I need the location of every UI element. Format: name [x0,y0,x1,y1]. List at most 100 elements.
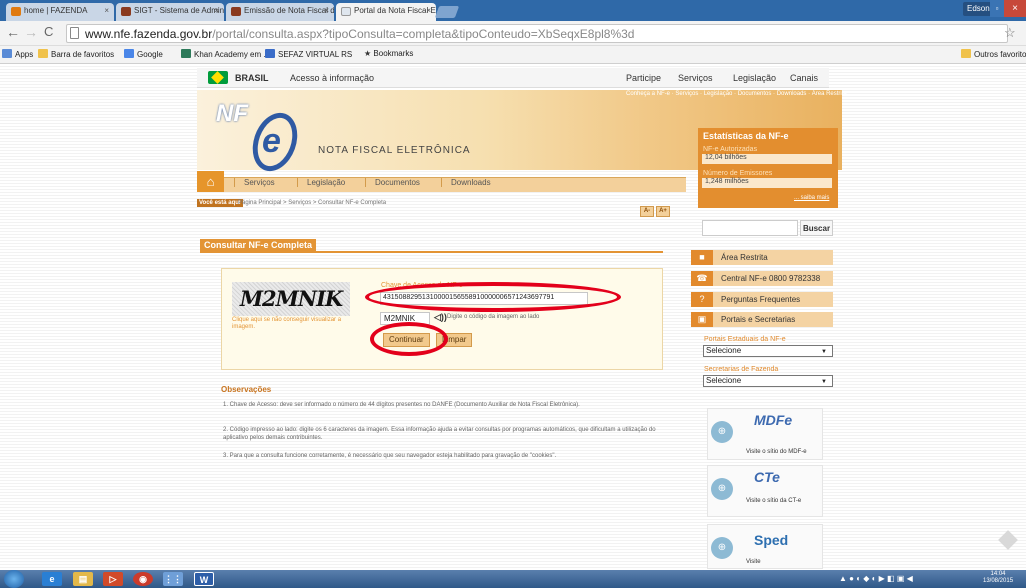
ie-icon[interactable]: e [42,572,62,586]
bookmark-bookmarks[interactable]: ★ Bookmarks [364,49,413,58]
word-icon[interactable]: W [194,572,214,586]
secretarias-label: Secretarias de Fazenda [704,366,779,373]
menu-legislacao[interactable]: Legislação [297,178,365,187]
gov-link-canais[interactable]: Canais [790,73,818,83]
dropdown-arrow-icon: ▼ [821,349,827,355]
font-increase-button[interactable]: A+ [656,206,670,217]
captcha-help-link[interactable]: Clique aqui se não conseguir visualizar … [232,317,352,331]
sidebar-item-central[interactable]: ☎ Central NF-e 0800 9782338 [691,271,833,286]
page-favicon-icon [341,7,351,16]
reload-icon[interactable]: C [44,24,53,39]
question-icon: ? [691,292,713,307]
window-close-button[interactable]: × [1004,0,1026,17]
promo-sped[interactable]: ⊕ Sped Visite [707,524,823,569]
portais-select[interactable]: Selecione ▼ [703,345,833,357]
globe-icon: ⊕ [711,537,733,559]
explorer-folder-icon[interactable]: ▤ [73,572,93,586]
bookmark-sefaz[interactable]: SEFAZ VIRTUAL RS [265,49,352,59]
red-annotation-ring-continuar [370,322,448,356]
promo-cte[interactable]: ⊕ CTe Visite o sítio da CT-e [707,465,823,517]
url-path: /portal/consulta.aspx?tipoConsulta=compl… [212,27,635,41]
window-maximize-button[interactable]: ▫ [990,0,1004,17]
search-input[interactable] [702,220,798,236]
monitor-icon: ▣ [691,312,713,327]
globe-icon: ⊕ [711,478,733,500]
menu-documentos[interactable]: Documentos [365,178,441,187]
stats-title: Estatísticas da NF-e [703,131,789,141]
you-are-here-label: Você está aqui [197,199,243,207]
folder-icon [38,49,48,58]
font-decrease-button[interactable]: A- [640,206,654,217]
close-tab-icon[interactable]: × [214,6,219,15]
portais-label: Portais Estaduais da NF-e [704,336,786,343]
observacao-item: 2. Código impresso ao lado: digite os 6 … [223,427,656,441]
dropdown-arrow-icon: ▼ [821,379,827,385]
captcha-code-hint: Digite o código da imagem ao lado [447,314,540,320]
bookmark-apps[interactable]: Apps [2,49,33,59]
bookmark-folder-favoritos[interactable]: Barra de favoritos [38,49,114,59]
menu-servicos[interactable]: Serviços [234,178,297,187]
sidebar-item-perguntas[interactable]: ? Perguntas Frequentes [691,292,833,307]
close-tab-icon[interactable]: × [426,6,431,15]
emissao-favicon-icon [231,7,241,16]
promo-mdfe[interactable]: ⊕ MDFe Visite o sítio do MDF-e [707,408,823,460]
header-top-links[interactable]: Conheça a NF-e · Serviços · Legislação ·… [626,91,847,97]
saiba-mais-link[interactable]: ... saiba mais [794,195,829,201]
section-divider [200,251,663,253]
captcha-image: M2MNIK [232,282,350,316]
close-tab-icon[interactable]: × [104,6,109,15]
address-bar[interactable]: www.nfe.fazenda.gov.br/portal/consulta.a… [66,24,1008,43]
page-info-icon[interactable] [70,27,79,39]
buscar-button[interactable]: Buscar [800,220,833,236]
breadcrumb[interactable]: Página Principal > Serviços > Consultar … [238,200,386,206]
folder-icon [961,49,971,58]
tab-emissao[interactable]: Emissão de Nota Fiscal de × [226,3,334,21]
tab-sigt[interactable]: SIGT - Sistema de Admin × [116,3,224,21]
phone-icon: ☎ [691,271,713,286]
chrome-icon[interactable]: ◉ [133,572,153,586]
stat-emissores-value: 1,248 milhões [702,178,832,188]
google-icon [124,49,134,58]
apps-grid-icon[interactable]: ⋮⋮ [163,572,183,586]
brasil-link[interactable]: BRASIL [235,73,269,83]
system-tray-icons[interactable]: ▲ ● ◐ ◆ ◐ ▶ ◧ ▣ ◀ [839,574,913,583]
menu-downloads[interactable]: Downloads [441,178,516,187]
red-annotation-ring-chave [365,282,621,312]
audio-icon[interactable]: ◁)) [434,312,447,323]
nfe-logo-text[interactable]: NF [216,100,248,128]
clock[interactable]: 14:04 13/08/2015 [983,571,1013,585]
media-player-icon[interactable]: ▷ [103,572,123,586]
gov-link-servicos[interactable]: Serviços [678,73,713,83]
khan-icon [181,49,191,58]
gov-link-participe[interactable]: Participe [626,73,661,83]
sigt-favicon-icon [121,7,131,16]
home-icon[interactable]: ⌂ [197,171,224,192]
gov-link-legislacao[interactable]: Legislação [733,73,776,83]
forward-arrow-icon[interactable]: → [24,24,38,40]
bookmark-star-icon[interactable]: ☆ [1004,25,1016,41]
nfe-logo-e: e [262,122,281,160]
tab-home-fazenda[interactable]: home | FAZENDA × [6,3,114,21]
observacoes-title: Observações [221,385,272,394]
bookmark-other[interactable]: Outros favoritos [961,49,1026,59]
stat-emissores-label: Número de Emissores [703,170,773,177]
close-tab-icon[interactable]: × [324,6,329,15]
lock-icon: ■ [691,250,713,265]
brazil-flag-icon[interactable] [208,71,228,84]
back-arrow-icon[interactable]: ← [6,24,20,40]
secretarias-select[interactable]: Selecione ▼ [703,375,833,387]
observacao-item: 3. Para que a consulta funcione corretam… [223,453,557,459]
windows-start-icon[interactable] [4,570,24,588]
header-subtitle: NOTA FISCAL ELETRÔNICA [318,145,471,156]
bookmark-google[interactable]: Google [124,49,163,59]
bookmark-khan[interactable]: Khan Academy em ... [181,49,270,59]
sefaz-icon [265,49,275,58]
observacao-item: 1. Chave de Acesso: deve ser informado o… [223,402,580,408]
sidebar-item-portais[interactable]: ▣ Portais e Secretarias [691,312,833,327]
tab-portal-nfe[interactable]: Portal da Nota Fiscal Eletr× [336,3,436,21]
sidebar-item-area-restrita[interactable]: ■ Área Restrita [691,250,833,265]
fazenda-favicon-icon [11,7,21,16]
globe-icon: ⊕ [711,421,733,443]
acesso-informacao-link[interactable]: Acesso à informação [290,73,374,83]
apps-grid-icon [2,49,12,58]
